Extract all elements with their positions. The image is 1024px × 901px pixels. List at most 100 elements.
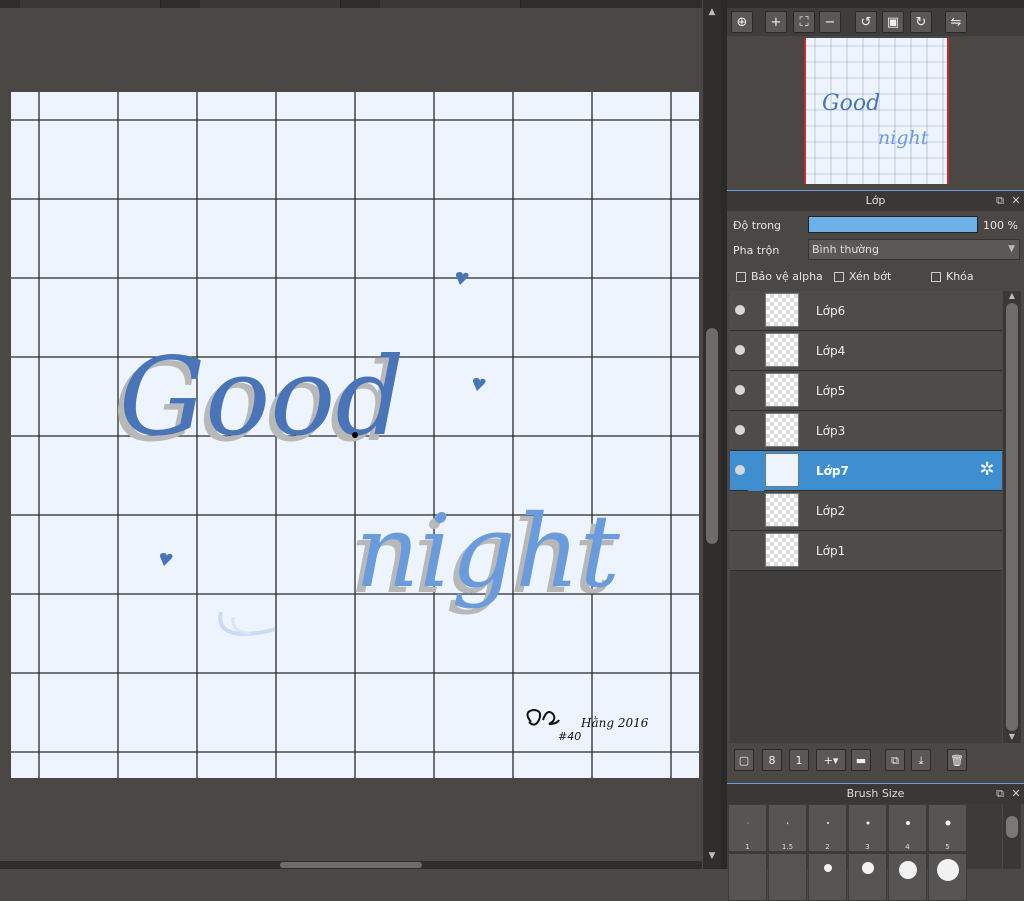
- layer-row[interactable]: Lớp2: [730, 491, 1002, 531]
- layer-row[interactable]: Lớp6: [730, 291, 1002, 331]
- scroll-up-icon[interactable]: ▲: [706, 6, 718, 18]
- selection-indicator: [748, 451, 764, 491]
- layer-list-scrollbar[interactable]: ▲ ▼: [1003, 291, 1021, 743]
- brush-size-value: 3: [865, 843, 870, 851]
- reset-view-icon[interactable]: ▣: [882, 11, 904, 33]
- zoom-out-icon[interactable]: −: [819, 11, 841, 33]
- layer-thumbnail: [765, 373, 799, 407]
- merge-layer-icon[interactable]: ⤓: [911, 749, 931, 771]
- layer-name: Lớp1: [816, 544, 846, 558]
- brush-size-cell[interactable]: 2: [808, 804, 847, 852]
- document-tab[interactable]: [380, 0, 521, 8]
- lock-checkbox[interactable]: Khóa: [931, 270, 974, 284]
- brush-size-value: 5: [945, 843, 950, 851]
- brush-size-cell[interactable]: 1: [728, 804, 767, 852]
- zoom-fit-icon[interactable]: ⊕: [731, 11, 753, 33]
- svg-text:night: night: [878, 127, 929, 149]
- good-text: Good: [119, 335, 404, 460]
- navigator-toolbar: ⊕ + ⛶ − ↺ ▣ ↻ ⇋: [727, 8, 1024, 36]
- brush-size-cell[interactable]: 3: [848, 804, 887, 852]
- cursor-point: [352, 432, 358, 438]
- visibility-toggle-icon[interactable]: [735, 465, 745, 475]
- layer-row[interactable]: Lớp3: [730, 411, 1002, 451]
- delete-layer-icon[interactable]: 🗑: [947, 749, 967, 771]
- visibility-toggle-icon[interactable]: [735, 305, 745, 315]
- brush-size-cell[interactable]: [928, 853, 967, 901]
- layer-name: Lớp5: [816, 384, 846, 398]
- brush-size-grid: 1 1.5 2 3 4 5: [727, 804, 1002, 901]
- close-icon[interactable]: ✕: [1009, 784, 1023, 804]
- scroll-down-icon[interactable]: ▼: [1006, 732, 1018, 741]
- visibility-toggle-icon[interactable]: [735, 345, 745, 355]
- new-1bit-layer-icon[interactable]: 1: [789, 749, 809, 771]
- brush-size-cell[interactable]: [728, 853, 767, 901]
- document-tab[interactable]: [20, 0, 161, 8]
- popout-icon[interactable]: ⧉: [993, 784, 1007, 804]
- layer-row[interactable]: Lớp5: [730, 371, 1002, 411]
- brush-size-cell[interactable]: [848, 853, 887, 901]
- brush-size-cell[interactable]: 1.5: [768, 804, 807, 852]
- brush-size-scrollbar[interactable]: [1003, 804, 1021, 869]
- layer-name: Lớp7: [816, 464, 849, 478]
- layer-name: Lớp6: [816, 304, 846, 318]
- layer-thumbnail: [765, 453, 799, 487]
- brush-size-cell[interactable]: [888, 853, 927, 901]
- fit-window-icon[interactable]: ⛶: [793, 11, 815, 33]
- close-icon[interactable]: ✕: [1009, 191, 1023, 211]
- checkbox-box[interactable]: [834, 272, 844, 282]
- scroll-thumb[interactable]: [706, 328, 718, 544]
- clipping-checkbox[interactable]: Xén bớt: [834, 270, 891, 284]
- scroll-thumb[interactable]: [1006, 816, 1018, 838]
- canvas-vertical-scrollbar[interactable]: ▲ ▼: [703, 0, 721, 869]
- rotate-right-icon[interactable]: ↻: [910, 11, 932, 33]
- opacity-slider[interactable]: [808, 216, 978, 233]
- flip-icon[interactable]: ⇋: [945, 11, 967, 33]
- zoom-in-icon[interactable]: +: [765, 11, 787, 33]
- scroll-up-icon[interactable]: ▲: [1006, 291, 1018, 300]
- checkbox-box[interactable]: [736, 272, 746, 282]
- scroll-thumb[interactable]: [1006, 303, 1018, 731]
- layer-row[interactable]: Lớp4: [730, 331, 1002, 371]
- gear-icon[interactable]: ✲: [976, 459, 998, 481]
- layer-row[interactable]: Lớp1: [730, 531, 1002, 571]
- checkbox-box[interactable]: [931, 272, 941, 282]
- new-folder-icon[interactable]: ▬: [851, 749, 871, 771]
- duplicate-layer-icon[interactable]: ⧉: [885, 749, 905, 771]
- blend-mode-select[interactable]: Bình thường ▼: [808, 239, 1020, 260]
- opacity-value: 100 %: [983, 219, 1018, 232]
- brush-size-cell[interactable]: 5: [928, 804, 967, 852]
- popout-icon[interactable]: ⧉: [993, 191, 1007, 211]
- navigator-preview[interactable]: Good night: [727, 36, 1024, 186]
- brush-size-cell[interactable]: [768, 853, 807, 901]
- layer-thumbnail: [765, 533, 799, 567]
- scroll-thumb[interactable]: [280, 862, 422, 868]
- navigator-header: [727, 0, 1024, 8]
- layers-panel-header: Lớp ⧉ ✕: [727, 190, 1024, 211]
- visibility-toggle-icon[interactable]: [735, 385, 745, 395]
- brush-size-value: 4: [905, 843, 910, 851]
- signature-number: #40: [558, 730, 581, 743]
- blend-label: Pha trộn: [733, 244, 780, 257]
- opacity-slider-fill: [809, 217, 977, 232]
- protect-alpha-label: Bảo vệ alpha: [751, 270, 823, 283]
- layer-row-selected[interactable]: Lớp7 ✲: [730, 451, 1002, 491]
- visibility-toggle-icon[interactable]: [735, 425, 745, 435]
- rotate-left-icon[interactable]: ↺: [855, 11, 877, 33]
- protect-alpha-checkbox[interactable]: Bảo vệ alpha: [736, 270, 823, 284]
- add-layer-dropdown-icon[interactable]: +▾: [816, 749, 846, 771]
- drawing-canvas[interactable]: Good Good night night Hằng 2016 #40: [11, 92, 699, 778]
- brush-size-title: Brush Size: [846, 787, 905, 800]
- document-tab-bar: [0, 0, 702, 8]
- canvas-horizontal-scrollbar[interactable]: [0, 861, 702, 869]
- brush-size-cell[interactable]: [808, 853, 847, 901]
- scroll-down-icon[interactable]: ▼: [706, 850, 718, 862]
- brush-size-value: 1: [745, 843, 750, 851]
- navigator-thumbnail[interactable]: Good night: [804, 38, 949, 184]
- right-panel: ⊕ + ⛶ − ↺ ▣ ↻ ⇋ Good night Lớp ⧉ ✕ Độ tr…: [727, 0, 1024, 901]
- document-tab[interactable]: [200, 0, 341, 8]
- brush-size-cell[interactable]: 4: [888, 804, 927, 852]
- brush-size-value: 2: [825, 843, 830, 851]
- brush-size-value: 1.5: [781, 843, 794, 851]
- new-8bit-layer-icon[interactable]: 8: [762, 749, 782, 771]
- new-layer-icon[interactable]: ▢: [734, 749, 754, 771]
